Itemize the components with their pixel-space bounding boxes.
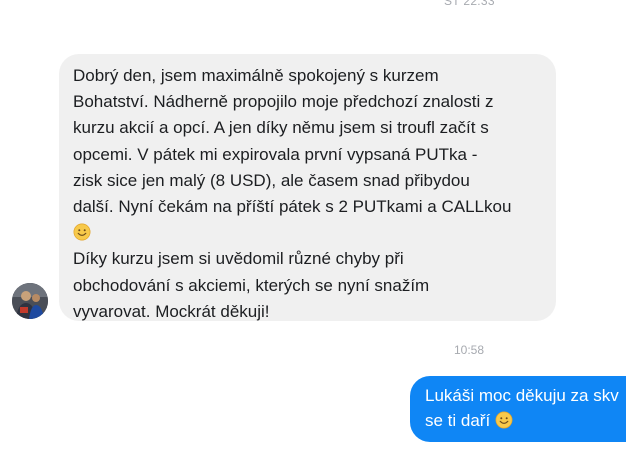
- message-line: kurzu akcií a opcí. A jen díky němu jsem…: [73, 118, 489, 138]
- user-avatar-icon: [12, 283, 48, 319]
- message-text: se ti daří: [425, 411, 491, 430]
- message-line: další. Nyní čekám na příští pátek s 2 PU…: [73, 197, 512, 217]
- smiling-face-emoji-icon: [495, 411, 513, 429]
- smiling-face-emoji-icon: [73, 223, 91, 241]
- message-line: zisk sice jen malý (8 USD), ale časem sn…: [73, 170, 470, 190]
- message-line: Lukáši moc děkuju za skv: [425, 386, 619, 405]
- incoming-message-bubble[interactable]: Dobrý den, jsem maximálně spokojený s ku…: [59, 54, 556, 321]
- message-line: vyvarovat. Mockrát děkuji!: [73, 301, 270, 321]
- chat-thread: ST 22:33 Dobrý den, jsem maximálně spoko…: [0, 0, 626, 453]
- outgoing-message-bubble[interactable]: Lukáši moc děkuju za skv se ti daří: [410, 376, 626, 442]
- sender-avatar[interactable]: [12, 283, 48, 319]
- message-line: Bohatství. Nádherně propojilo moje předc…: [73, 92, 494, 112]
- message-line: Díky kurzu jsem si uvědomil různé chyby …: [73, 249, 404, 269]
- message-line: opcemi. V pátek mi expirovala první vyps…: [73, 144, 478, 164]
- message-line: Dobrý den, jsem maximálně spokojený s ku…: [73, 66, 439, 85]
- message-emoji-line: [73, 220, 544, 246]
- message-line-with-emoji: se ti daří: [425, 408, 626, 433]
- message-line: obchodování s akciemi, kterých se nyní s…: [73, 275, 430, 295]
- timestamp-middle: 10:58: [454, 343, 485, 357]
- timestamp-top: ST 22:33: [444, 0, 495, 8]
